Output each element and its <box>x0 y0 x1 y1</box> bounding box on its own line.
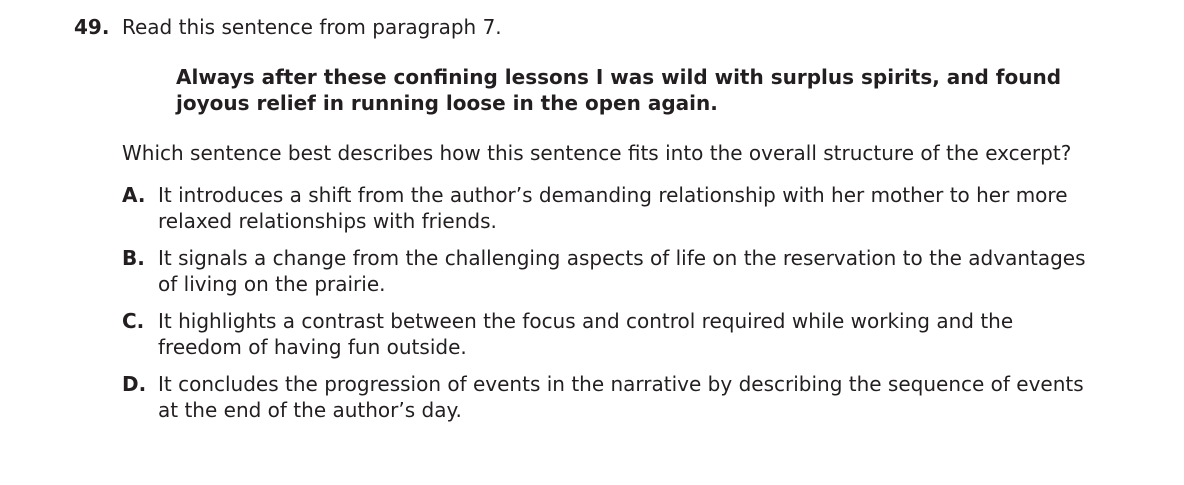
answer-option-a[interactable]: A. It introduces a shift from the author… <box>122 182 1102 234</box>
option-letter-a: A. <box>122 183 146 207</box>
question-stem: Which sentence best describes how this s… <box>122 141 1072 165</box>
quoted-sentence: Always after these confining lessons I w… <box>176 65 1062 115</box>
option-letter-b: B. <box>122 246 145 270</box>
option-text-b: It signals a change from the challenging… <box>158 246 1086 296</box>
answer-option-d[interactable]: D. It concludes the progression of event… <box>122 371 1102 423</box>
option-text-d: It concludes the progression of events i… <box>158 372 1084 422</box>
option-text-c: It highlights a contrast between the foc… <box>158 309 1014 359</box>
option-letter-c: C. <box>122 309 145 333</box>
option-letter-d: D. <box>122 372 147 396</box>
question-prompt: Read this sentence from paragraph 7. <box>122 15 502 39</box>
question-number: 49. <box>74 15 110 39</box>
answer-option-b[interactable]: B. It signals a change from the challeng… <box>122 245 1102 297</box>
option-text-a: It introduces a shift from the author’s … <box>158 183 1068 233</box>
answer-option-c[interactable]: C. It highlights a contrast between the … <box>122 308 1102 360</box>
